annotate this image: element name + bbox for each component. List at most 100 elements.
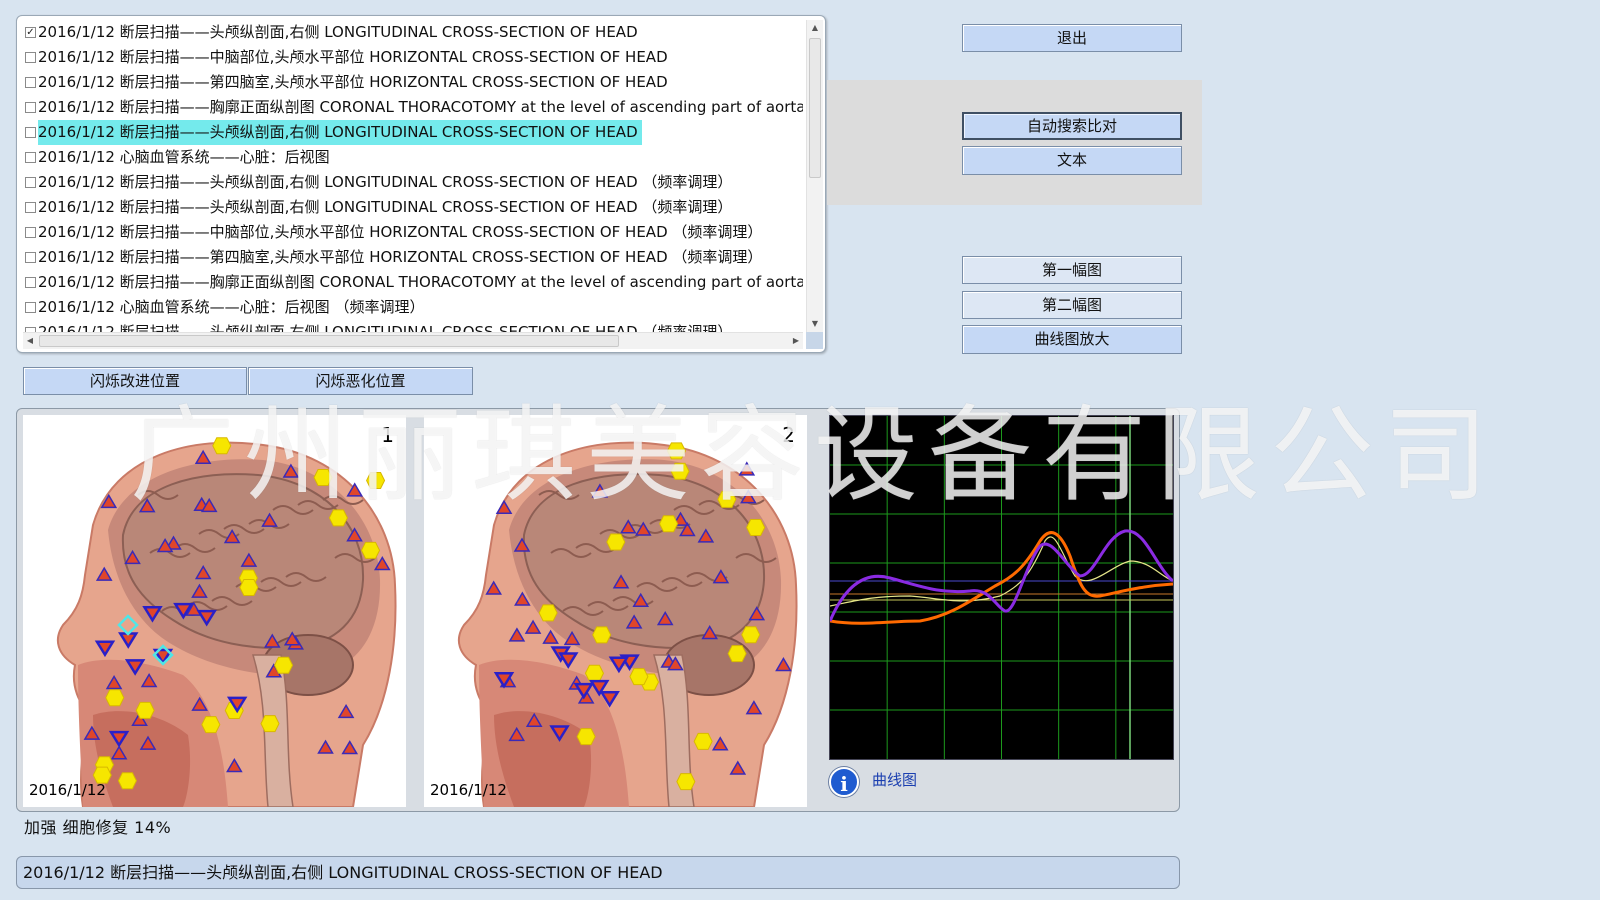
hexagon-marker — [576, 728, 596, 746]
record-checkbox[interactable] — [25, 227, 36, 238]
list-item[interactable]: 2016/1/12 心脑血管系统——心脏：后视图 （频率调理） — [23, 295, 803, 320]
status-line: 加强 细胞修复 14% — [24, 818, 172, 837]
hexagon-marker — [366, 472, 386, 490]
record-text: 2016/1/12 断层扫描——头颅纵剖面,右侧 LONGITUDINAL CR… — [38, 198, 733, 216]
list-item[interactable]: 2016/1/12 断层扫描——头颅纵剖面,右侧 LONGITUDINAL CR… — [23, 120, 803, 145]
hexagon-marker — [670, 462, 690, 480]
hexagon-marker — [212, 437, 232, 455]
record-text: 2016/1/12 断层扫描——头颅纵剖面,右侧 LONGITUDINAL CR… — [38, 323, 733, 332]
record-checkbox[interactable] — [25, 202, 36, 213]
scan-number: 2 — [782, 423, 795, 447]
button-group-background — [827, 80, 1202, 205]
record-text: 2016/1/12 断层扫描——第四脑室,头颅水平部位 HORIZONTAL C… — [38, 73, 668, 91]
info-icon[interactable]: i — [829, 767, 859, 797]
scan-date: 2016/1/12 — [29, 781, 106, 799]
record-text: 2016/1/12 断层扫描——头颅纵剖面,右侧 LONGITUDINAL CR… — [38, 173, 733, 191]
vertical-scroll-thumb[interactable] — [809, 38, 821, 178]
record-checkbox[interactable] — [25, 277, 36, 288]
hexagon-marker — [538, 604, 558, 622]
record-text: 2016/1/12 断层扫描——中脑部位,头颅水平部位 HORIZONTAL C… — [38, 48, 668, 66]
hexagon-marker — [105, 689, 125, 707]
head-cross-section-illustration-1 — [56, 437, 397, 807]
hexagon-marker — [666, 442, 686, 460]
hexagon-marker — [328, 509, 348, 527]
record-list-rows: ✓ 2016/1/12 断层扫描——头颅纵剖面,右侧 LONGITUDINAL C… — [23, 20, 803, 332]
hexagon-marker — [135, 701, 155, 719]
scan-image-2[interactable]: 2 2016/1/12 — [424, 415, 807, 807]
list-item[interactable]: 2016/1/12 断层扫描——中脑部位,头颅水平部位 HORIZONTAL C… — [23, 220, 803, 245]
hexagon-marker — [693, 732, 713, 750]
list-item[interactable]: ✓ 2016/1/12 断层扫描——头颅纵剖面,右侧 LONGITUDINAL C… — [23, 20, 803, 45]
image-panel: 1 2016/1/12 2 2016/1/12 i 曲线图 — [16, 408, 1180, 812]
scroll-up-icon[interactable]: ▲ — [807, 20, 823, 36]
hexagon-marker — [629, 668, 649, 686]
hexagon-marker — [360, 541, 381, 559]
record-checkbox[interactable] — [25, 102, 36, 113]
list-item[interactable]: 2016/1/12 断层扫描——胸廓正面纵剖图 CORONAL THORACOT… — [23, 95, 803, 120]
list-item[interactable]: 2016/1/12 断层扫描——胸廓正面纵剖图 CORONAL THORACOT… — [23, 270, 803, 295]
zoom-curve-button[interactable]: 曲线图放大 — [962, 325, 1182, 354]
scroll-corner — [806, 332, 823, 349]
triangle-marker — [738, 461, 756, 476]
hexagon-marker — [592, 626, 612, 644]
list-item[interactable]: 2016/1/12 断层扫描——中脑部位,头颅水平部位 HORIZONTAL C… — [23, 45, 803, 70]
list-item[interactable]: 2016/1/12 断层扫描——头颅纵剖面,右侧 LONGITUDINAL CR… — [23, 170, 803, 195]
record-checkbox[interactable] — [25, 127, 36, 138]
hexagon-marker — [746, 519, 766, 537]
head-drawing — [457, 441, 798, 807]
list-item[interactable]: 2016/1/12 心脑血管系统——心脏：后视图 — [23, 145, 803, 170]
blink-worsen-button[interactable]: 闪烁恶化位置 — [248, 367, 473, 395]
hexagon-marker — [584, 664, 605, 682]
record-text: 2016/1/12 断层扫描——胸廓正面纵剖图 CORONAL THORACOT… — [38, 273, 803, 291]
list-item[interactable]: 2016/1/12 断层扫描——头颅纵剖面,右侧 LONGITUDINAL CR… — [23, 320, 803, 332]
list-item[interactable]: 2016/1/12 断层扫描——第四脑室,头颅水平部位 HORIZONTAL C… — [23, 245, 803, 270]
list-item[interactable]: 2016/1/12 断层扫描——头颅纵剖面,右侧 LONGITUDINAL CR… — [23, 195, 803, 220]
scan-image-1[interactable]: 1 2016/1/12 — [23, 415, 406, 807]
scroll-right-icon[interactable]: ▶ — [789, 333, 803, 349]
curve-plot — [828, 416, 1175, 759]
hexagon-marker — [239, 578, 259, 596]
horizontal-scrollbar[interactable]: ◀ ▶ — [23, 332, 803, 349]
record-checkbox[interactable] — [25, 52, 36, 63]
record-checkbox[interactable] — [25, 177, 36, 188]
first-image-button[interactable]: 第一幅图 — [962, 256, 1182, 284]
scan-date: 2016/1/12 — [430, 781, 507, 799]
record-text: 2016/1/12 断层扫描——头颅纵剖面,右侧 LONGITUDINAL CR… — [38, 23, 638, 41]
hexagon-marker — [676, 773, 696, 791]
record-checkbox[interactable] — [25, 77, 36, 88]
curve-label: 曲线图 — [872, 771, 918, 789]
record-text: 2016/1/12 断层扫描——胸廓正面纵剖图 CORONAL THORACOT… — [38, 98, 803, 116]
record-text: 2016/1/12 心脑血管系统——心脏：后视图 （频率调理） — [38, 298, 425, 316]
horizontal-scroll-thumb[interactable] — [39, 335, 619, 347]
hexagon-marker — [606, 533, 626, 551]
record-text: 2016/1/12 断层扫描——头颅纵剖面,右侧 LONGITUDINAL CR… — [38, 120, 642, 145]
exit-button[interactable]: 退出 — [962, 24, 1182, 52]
hexagon-marker — [313, 469, 333, 487]
hexagon-marker — [727, 645, 747, 663]
hexagon-marker — [659, 515, 679, 533]
text-button[interactable]: 文本 — [962, 146, 1182, 175]
hexagon-marker — [717, 490, 737, 508]
hexagon-marker — [117, 772, 137, 790]
hexagon-marker — [273, 656, 294, 674]
head-drawing — [56, 437, 397, 807]
record-text: 2016/1/12 心脑血管系统——心脏：后视图 — [38, 148, 330, 166]
current-record-bar: 2016/1/12 断层扫描——头颅纵剖面,右侧 LONGITUDINAL CR… — [16, 856, 1180, 889]
second-image-button[interactable]: 第二幅图 — [962, 291, 1182, 319]
record-checkbox[interactable] — [25, 252, 36, 263]
auto-search-compare-button[interactable]: 自动搜索比对 — [962, 112, 1182, 140]
record-checkbox[interactable] — [25, 152, 36, 163]
hexagon-marker — [201, 716, 221, 734]
head-cross-section-illustration-2 — [457, 441, 798, 807]
record-checkbox[interactable]: ✓ — [25, 27, 36, 38]
curve-graph[interactable] — [828, 415, 1175, 760]
record-text: 2016/1/12 断层扫描——第四脑室,头颅水平部位 HORIZONTAL C… — [38, 248, 763, 266]
list-item[interactable]: 2016/1/12 断层扫描——第四脑室,头颅水平部位 HORIZONTAL C… — [23, 70, 803, 95]
blink-improve-button[interactable]: 闪烁改进位置 — [23, 367, 247, 395]
vertical-scrollbar[interactable]: ▲ ▼ — [806, 20, 823, 332]
scroll-down-icon[interactable]: ▼ — [807, 316, 823, 332]
scroll-left-icon[interactable]: ◀ — [23, 333, 37, 349]
record-list[interactable]: ✓ 2016/1/12 断层扫描——头颅纵剖面,右侧 LONGITUDINAL C… — [16, 15, 826, 353]
record-checkbox[interactable] — [25, 302, 36, 313]
record-text: 2016/1/12 断层扫描——中脑部位,头颅水平部位 HORIZONTAL C… — [38, 223, 763, 241]
